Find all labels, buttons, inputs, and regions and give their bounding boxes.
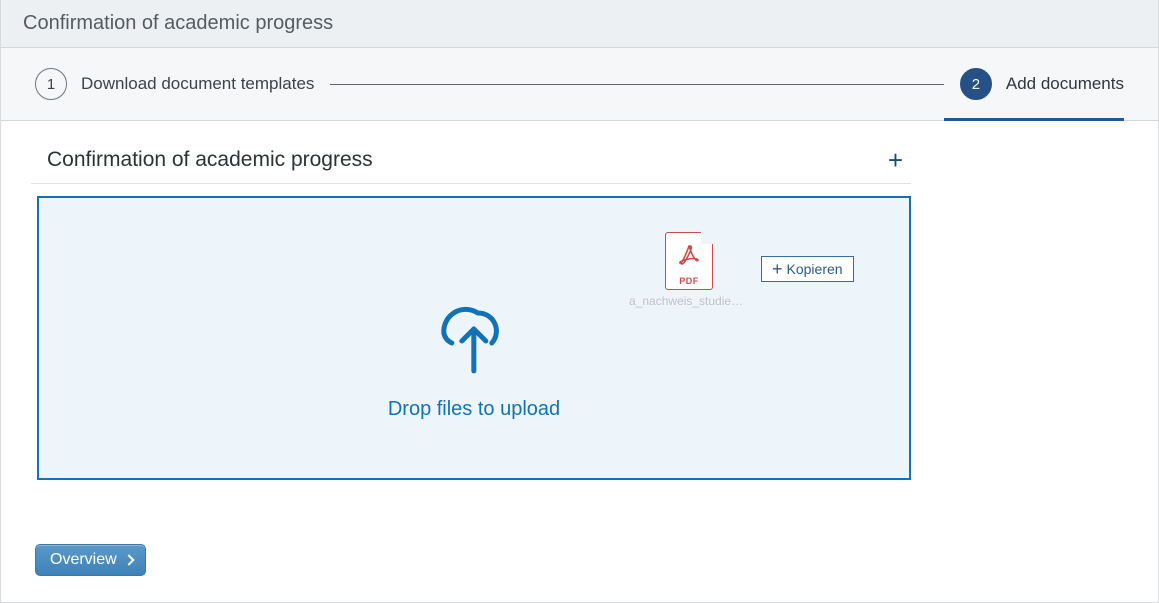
upload-panel: Confirmation of academic progress + Drop… — [31, 141, 911, 576]
wizard-steps-bar: 1 Download document templates 2 Add docu… — [1, 48, 1158, 121]
panel-header: Confirmation of academic progress + — [31, 141, 911, 184]
panel-heading: Confirmation of academic progress — [47, 148, 373, 172]
drop-center: Drop files to upload — [388, 299, 560, 421]
dragged-filename: a_nachweis_studien… — [629, 294, 749, 308]
copy-label: Kopieren — [787, 261, 843, 277]
copy-context-option[interactable]: + Kopieren — [761, 256, 854, 282]
wizard-step-2[interactable]: 2 Add documents — [960, 68, 1124, 100]
step-2-label: Add documents — [1006, 74, 1124, 94]
step-1-label: Download document templates — [81, 74, 314, 94]
overview-button[interactable]: Overview — [35, 544, 146, 576]
pdf-file-icon: PDF — [665, 232, 713, 290]
file-dropzone[interactable]: Drop files to upload PDF a_nachweis_stud… — [37, 196, 911, 480]
dragged-file-stack: PDF a_nachweis_studien… — [629, 232, 749, 308]
step-2-number: 2 — [972, 76, 980, 93]
chevron-right-icon — [123, 554, 134, 565]
plus-icon: + — [772, 260, 783, 278]
dragged-file-preview: PDF a_nachweis_studien… + Kopieren — [629, 232, 879, 308]
active-step-underline — [944, 118, 1124, 121]
overview-button-label: Overview — [50, 551, 117, 569]
upload-cloud-icon — [388, 299, 560, 384]
step-1-circle: 1 — [35, 68, 67, 100]
drop-label: Drop files to upload — [388, 398, 560, 421]
step-2-circle: 2 — [960, 68, 992, 100]
plus-icon: + — [888, 145, 903, 175]
wizard-step-1[interactable]: 1 Download document templates — [35, 68, 314, 100]
step-1-number: 1 — [47, 76, 55, 93]
pdf-badge-text: PDF — [679, 276, 699, 286]
page-title-bar: Confirmation of academic progress — [1, 0, 1158, 48]
page-title: Confirmation of academic progress — [23, 12, 333, 34]
add-document-button[interactable]: + — [880, 147, 911, 173]
pdf-symbol-icon — [677, 244, 701, 270]
wizard-connector — [330, 84, 943, 85]
